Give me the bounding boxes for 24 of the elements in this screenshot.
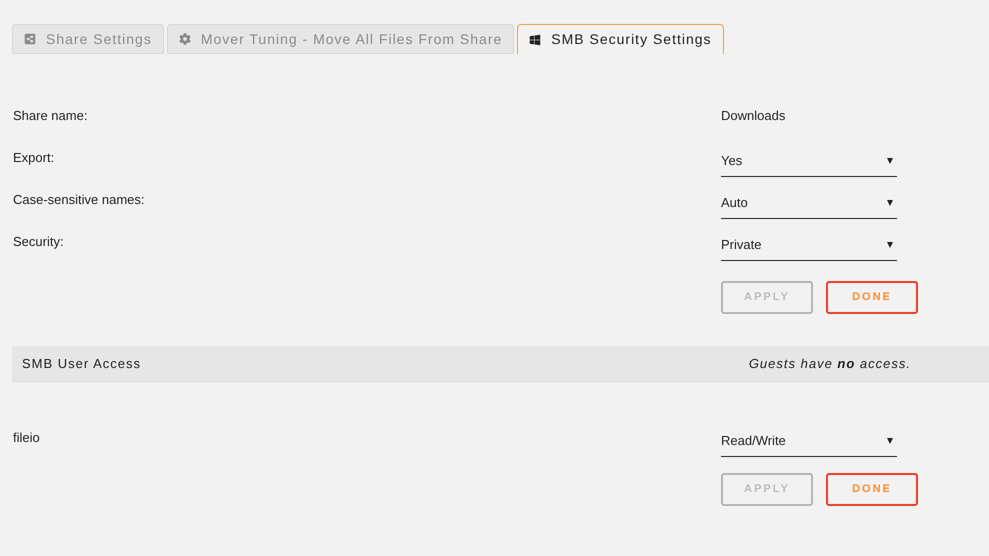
field-label: Share name: [13, 107, 88, 126]
caret-icon [887, 242, 893, 248]
caret-icon [887, 438, 893, 444]
done-button[interactable]: DONE [826, 281, 918, 314]
field-label: Case-sensitive names: [13, 191, 146, 210]
caret-icon [887, 200, 893, 206]
field-label: fileio [13, 429, 41, 448]
share-icon [24, 33, 36, 45]
section-title: SMB User Access [22, 354, 142, 373]
dropdown-field[interactable]: Auto [721, 187, 897, 219]
dropdown-field[interactable]: Read/Write [721, 425, 897, 457]
field-label: Export: [13, 149, 56, 168]
field-value: Downloads [721, 107, 786, 126]
caret-icon [887, 158, 893, 164]
guest-access-note: Guests have no access. [748, 354, 911, 373]
field-label: Security: [13, 233, 65, 252]
tab[interactable]: SMB Security Settings [517, 24, 724, 54]
gear-icon [178, 33, 191, 45]
dropdown-field[interactable]: Yes [721, 145, 897, 177]
done-button[interactable]: DONE [826, 473, 918, 506]
tab[interactable]: Mover Tuning - Move All Files From Share [166, 24, 514, 54]
dropdown-field[interactable]: Private [721, 229, 897, 261]
windows-logo-icon [529, 34, 542, 46]
tab[interactable]: Share Settings [12, 24, 164, 54]
